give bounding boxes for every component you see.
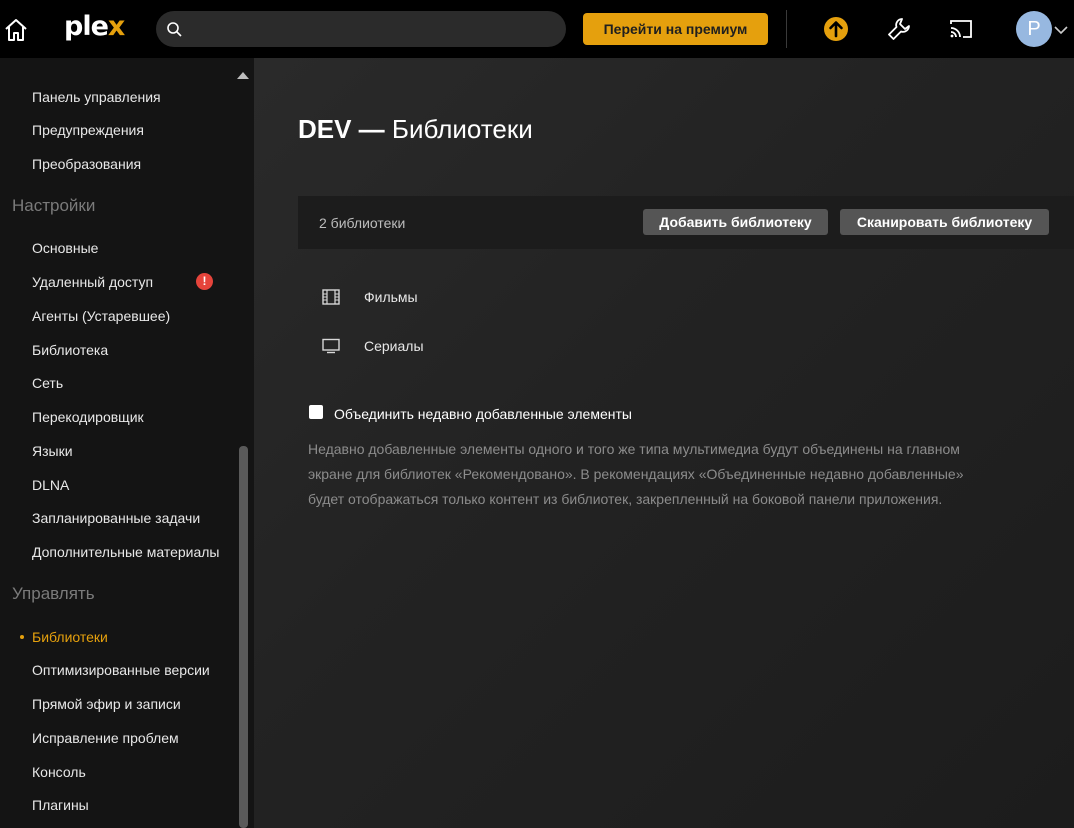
settings-button[interactable]	[885, 15, 913, 43]
sidebar-item-live-tv-dvr[interactable]: Прямой эфир и записи	[32, 696, 181, 712]
sidebar-item-plugins[interactable]: Плагины	[32, 797, 89, 813]
account-menu-toggle[interactable]	[1054, 22, 1068, 40]
sidebar-item-optimized-versions[interactable]: Оптимизированные версии	[32, 662, 210, 678]
merge-recently-added-checkbox[interactable]	[309, 405, 323, 419]
sidebar-item-general[interactable]: Основные	[32, 240, 98, 256]
sidebar-item-remote-access[interactable]: Удаленный доступ	[32, 274, 153, 290]
sidebar-item-agents[interactable]: Агенты (Устаревшее)	[32, 308, 170, 324]
page-title-section: Библиотеки	[391, 114, 533, 144]
library-name: Сериалы	[364, 338, 424, 354]
sidebar-scroll-up-arrow[interactable]	[237, 72, 249, 79]
sidebar-item-library[interactable]: Библиотека	[32, 342, 108, 358]
remote-access-warning-icon: !	[196, 273, 213, 290]
active-indicator-dot	[20, 635, 24, 639]
sidebar-item-libraries[interactable]: Библиотеки	[32, 629, 108, 645]
sidebar-item-scheduled-tasks[interactable]: Запланированные задачи	[32, 510, 200, 526]
search-icon	[167, 22, 182, 37]
top-bar: plex Перейти на премиум P	[0, 0, 1074, 58]
library-count: 2 библиотеки	[319, 215, 406, 231]
add-library-button[interactable]: Добавить библиотеку	[643, 209, 828, 235]
sidebar-item-extras[interactable]: Дополнительные материалы	[32, 544, 219, 560]
wrench-icon	[888, 18, 910, 40]
page-title-server: DEV —	[298, 114, 385, 144]
library-row-movies[interactable]: Фильмы	[322, 286, 622, 310]
merge-recently-added-description: Недавно добавленные элементы одного и то…	[308, 441, 964, 507]
cast-button[interactable]	[947, 15, 975, 43]
user-avatar[interactable]: P	[1016, 11, 1052, 47]
home-icon	[5, 19, 27, 41]
chevron-down-icon	[1054, 26, 1068, 35]
sidebar-item-transcoder[interactable]: Перекодировщик	[32, 409, 144, 425]
sidebar-item-dlna[interactable]: DLNA	[32, 477, 69, 493]
search-input[interactable]	[192, 11, 552, 47]
scan-library-button[interactable]: Сканировать библиотеку	[840, 209, 1049, 235]
activity-upload-icon	[824, 17, 848, 41]
logo-text: plex	[64, 11, 125, 42]
sidebar-item-dashboard[interactable]: Панель управления	[32, 89, 161, 105]
go-premium-button[interactable]: Перейти на премиум	[583, 13, 768, 45]
home-button[interactable]	[2, 16, 30, 44]
library-row-tv-shows[interactable]: Сериалы	[322, 335, 622, 359]
sidebar-item-languages[interactable]: Языки	[32, 443, 73, 459]
logo-accent-letter: x	[107, 11, 125, 42]
library-name: Фильмы	[364, 289, 418, 305]
sidebar-item-troubleshooting[interactable]: Исправление проблем	[32, 730, 179, 746]
sidebar-item-alerts[interactable]: Предупреждения	[32, 122, 144, 138]
sidebar-item-console[interactable]: Консоль	[32, 764, 86, 780]
topbar-divider	[786, 10, 787, 48]
cast-icon	[950, 20, 972, 38]
sidebar-item-network[interactable]: Сеть	[32, 375, 63, 391]
activity-button[interactable]	[822, 15, 850, 43]
merge-recently-added-label[interactable]: Объединить недавно добавленные элементы	[334, 406, 632, 422]
sidebar-heading-manage: Управлять	[12, 584, 95, 603]
film-icon	[322, 289, 340, 305]
search-bar[interactable]	[156, 11, 566, 47]
sidebar-heading-settings: Настройки	[12, 196, 96, 215]
plex-logo[interactable]: plex	[64, 11, 125, 42]
tv-icon	[322, 338, 340, 354]
sidebar-item-conversions[interactable]: Преобразования	[32, 156, 141, 172]
sidebar-scrollbar-thumb[interactable]	[239, 446, 248, 828]
page-title: DEV — Библиотеки	[298, 114, 533, 145]
